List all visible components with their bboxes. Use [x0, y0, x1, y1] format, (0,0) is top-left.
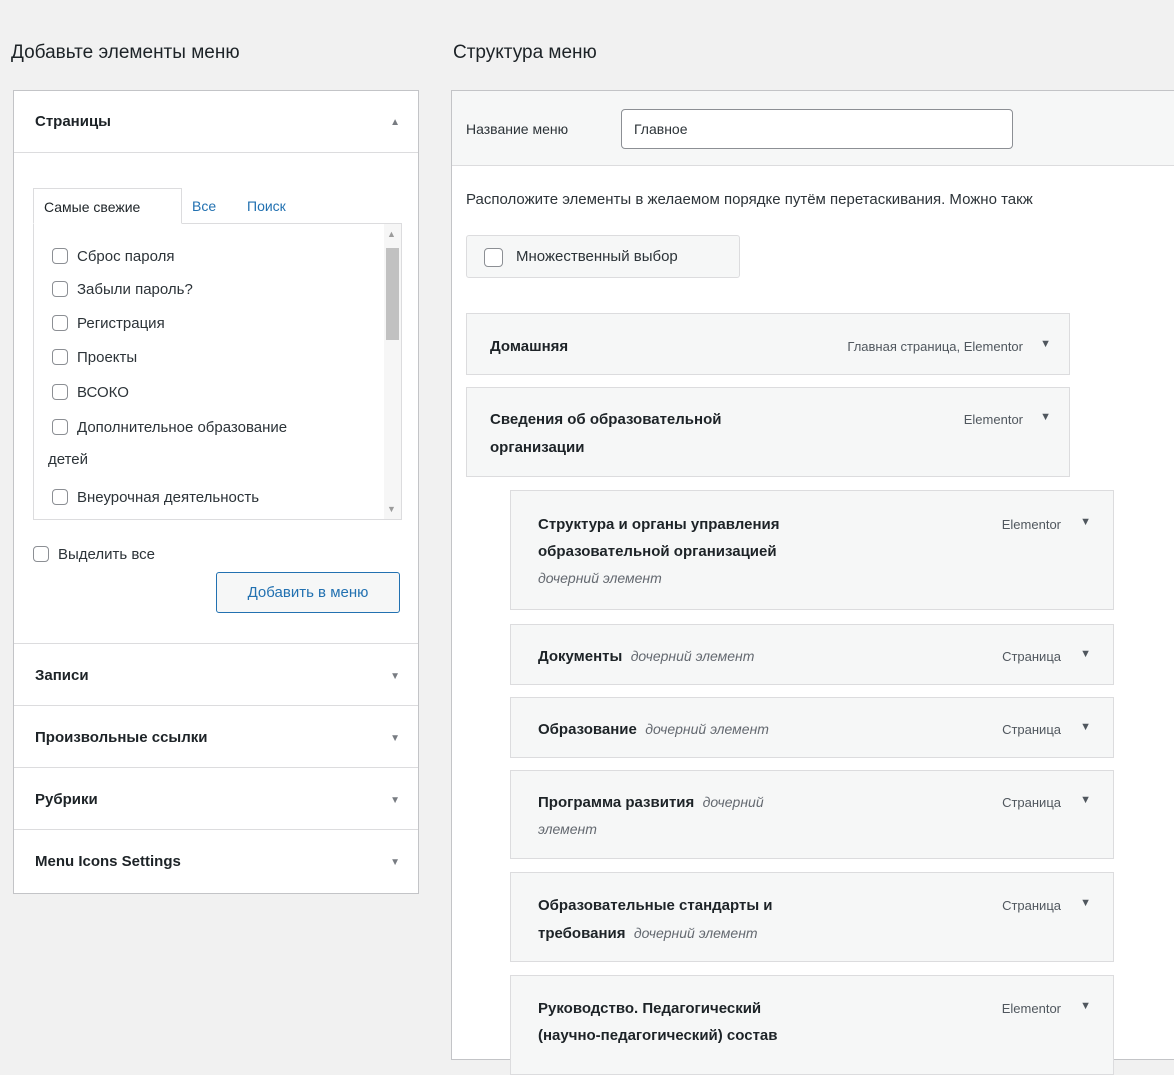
- checkbox[interactable]: [52, 489, 68, 505]
- triangle-down-icon[interactable]: ▼: [1080, 1000, 1091, 1012]
- section-title: Menu Icons Settings: [35, 853, 181, 870]
- menu-item-title: Сведения об образовательной: [490, 411, 722, 428]
- tab-search[interactable]: Поиск: [237, 188, 296, 224]
- menu-item-title-line2: требования дочерний элемент: [538, 925, 758, 942]
- list-item[interactable]: ВСОКО: [52, 382, 372, 403]
- menu-item-subtitle: дочерний элемент: [645, 721, 769, 737]
- menu-item[interactable]: Программа развития дочерний элемент Стра…: [510, 770, 1114, 859]
- menu-instructions: Расположите элементы в желаемом порядке …: [466, 191, 1033, 208]
- menu-item-title: Образование дочерний элемент: [538, 721, 769, 738]
- triangle-down-icon[interactable]: ▼: [1080, 721, 1091, 733]
- bulk-select-button[interactable]: Множественный выбор: [466, 235, 740, 278]
- list-item[interactable]: Проекты: [52, 347, 372, 368]
- tab-most-recent[interactable]: Самые свежие: [33, 188, 182, 224]
- add-menu-items-heading: Добавьте элементы меню: [11, 42, 240, 63]
- menu-item[interactable]: Документы дочерний элемент Страница ▼: [510, 624, 1114, 685]
- pages-section-title: Страницы: [35, 113, 111, 130]
- menu-item[interactable]: Образование дочерний элемент Страница ▼: [510, 697, 1114, 758]
- menu-item[interactable]: Домашняя Главная страница, Elementor ▼: [466, 313, 1070, 375]
- list-item[interactable]: Сброс пароля: [52, 246, 372, 267]
- triangle-down-icon: ▼: [390, 857, 400, 868]
- section-title: Рубрики: [35, 791, 98, 808]
- menu-item[interactable]: Образовательные стандарты и требования д…: [510, 872, 1114, 962]
- scroll-thumb[interactable]: [386, 248, 399, 340]
- scroll-down-icon[interactable]: ▼: [387, 504, 396, 514]
- triangle-up-icon: ▲: [390, 117, 400, 128]
- section-title: Произвольные ссылки: [35, 729, 208, 746]
- menu-name-input[interactable]: Главное: [621, 109, 1013, 149]
- menu-item-type: Страница: [1002, 649, 1061, 664]
- menu-item-title-line2: организации: [490, 439, 585, 456]
- menu-item-title-line2: (научно-педагогический) состав: [538, 1027, 778, 1044]
- triangle-down-icon[interactable]: ▼: [1080, 794, 1091, 806]
- checkbox[interactable]: [52, 315, 68, 331]
- menu-item[interactable]: Руководство. Педагогический (научно-педа…: [510, 975, 1114, 1075]
- checkbox[interactable]: [52, 419, 68, 435]
- triangle-down-icon[interactable]: ▼: [1080, 648, 1091, 660]
- triangle-down-icon: ▼: [390, 795, 400, 806]
- pages-checklist: Сброс пароля Забыли пароль? Регистрация …: [33, 223, 402, 520]
- menu-item-type: Elementor: [1001, 517, 1061, 532]
- menu-item-title: Структура и органы управления: [538, 516, 780, 533]
- menu-item-title: Образовательные стандарты и: [538, 897, 773, 914]
- checkbox[interactable]: [52, 281, 68, 297]
- section-title: Записи: [35, 667, 89, 684]
- triangle-down-icon[interactable]: ▼: [1080, 897, 1091, 909]
- menu-item-title: Документы дочерний элемент: [538, 648, 755, 665]
- posts-section-header[interactable]: Записи ▼: [14, 644, 418, 706]
- menu-structure-heading: Структура меню: [453, 42, 597, 63]
- menu-item-type: Elementor: [1001, 1001, 1061, 1016]
- menu-item-type: Страница: [1002, 795, 1061, 810]
- select-all[interactable]: Выделить все: [33, 546, 155, 563]
- triangle-down-icon[interactable]: ▼: [1040, 338, 1051, 350]
- menu-item-title: Руководство. Педагогический: [538, 1000, 762, 1017]
- list-item-continuation: детей: [48, 451, 89, 468]
- checklist-scrollbar[interactable]: ▲ ▼: [384, 224, 401, 519]
- menu-item-subtitle-line2: элемент: [538, 821, 597, 837]
- menu-item[interactable]: Сведения об образовательной организации …: [466, 387, 1070, 477]
- scroll-up-icon[interactable]: ▲: [387, 229, 396, 239]
- select-all-checkbox[interactable]: [33, 546, 49, 562]
- add-to-menu-button[interactable]: Добавить в меню: [216, 572, 400, 613]
- menu-item-type: Страница: [1002, 898, 1061, 913]
- custom-links-section-header[interactable]: Произвольные ссылки ▼: [14, 706, 418, 768]
- menu-item-type: Страница: [1002, 722, 1061, 737]
- menu-item-subtitle: дочерний: [702, 794, 764, 810]
- checkbox[interactable]: [52, 384, 68, 400]
- menu-item-subtitle: дочерний элемент: [538, 570, 662, 586]
- menu-item-title-line2: образовательной организацией: [538, 543, 777, 560]
- categories-section-header[interactable]: Рубрики ▼: [14, 768, 418, 830]
- menu-name-label: Название меню: [466, 121, 569, 137]
- list-item[interactable]: Дополнительное образование: [52, 417, 372, 438]
- triangle-down-icon: ▼: [390, 733, 400, 744]
- checkbox[interactable]: [52, 248, 68, 264]
- menu-name-bar: Название меню Главное: [452, 91, 1174, 166]
- add-menu-items-panel: Страницы ▲ Самые свежие Все Поиск Сброс …: [13, 90, 419, 894]
- triangle-down-icon[interactable]: ▼: [1040, 411, 1051, 423]
- tab-all[interactable]: Все: [182, 188, 226, 224]
- menu-item-title: Программа развития дочерний: [538, 794, 764, 811]
- list-item[interactable]: Внеурочная деятельность: [52, 487, 372, 508]
- menu-item[interactable]: Структура и органы управления образовате…: [510, 490, 1114, 610]
- menu-icons-settings-header[interactable]: Menu Icons Settings ▼: [14, 830, 418, 892]
- triangle-down-icon[interactable]: ▼: [1080, 516, 1091, 528]
- menu-item-subtitle: дочерний элемент: [633, 925, 758, 941]
- menu-item-type: Главная страница, Elementor: [847, 339, 1023, 354]
- menu-structure-panel: Название меню Главное Расположите элемен…: [451, 90, 1174, 1075]
- checkbox[interactable]: [52, 349, 68, 365]
- bulk-select-checkbox[interactable]: [484, 248, 503, 267]
- menu-item-subtitle: дочерний элемент: [630, 648, 755, 664]
- triangle-down-icon: ▼: [390, 671, 400, 682]
- pages-section-header[interactable]: Страницы ▲: [14, 91, 418, 153]
- menu-item-title: Домашняя: [490, 338, 569, 355]
- list-item[interactable]: Регистрация: [52, 313, 372, 334]
- menu-item-type: Elementor: [963, 412, 1023, 427]
- list-item[interactable]: Забыли пароль?: [52, 279, 372, 300]
